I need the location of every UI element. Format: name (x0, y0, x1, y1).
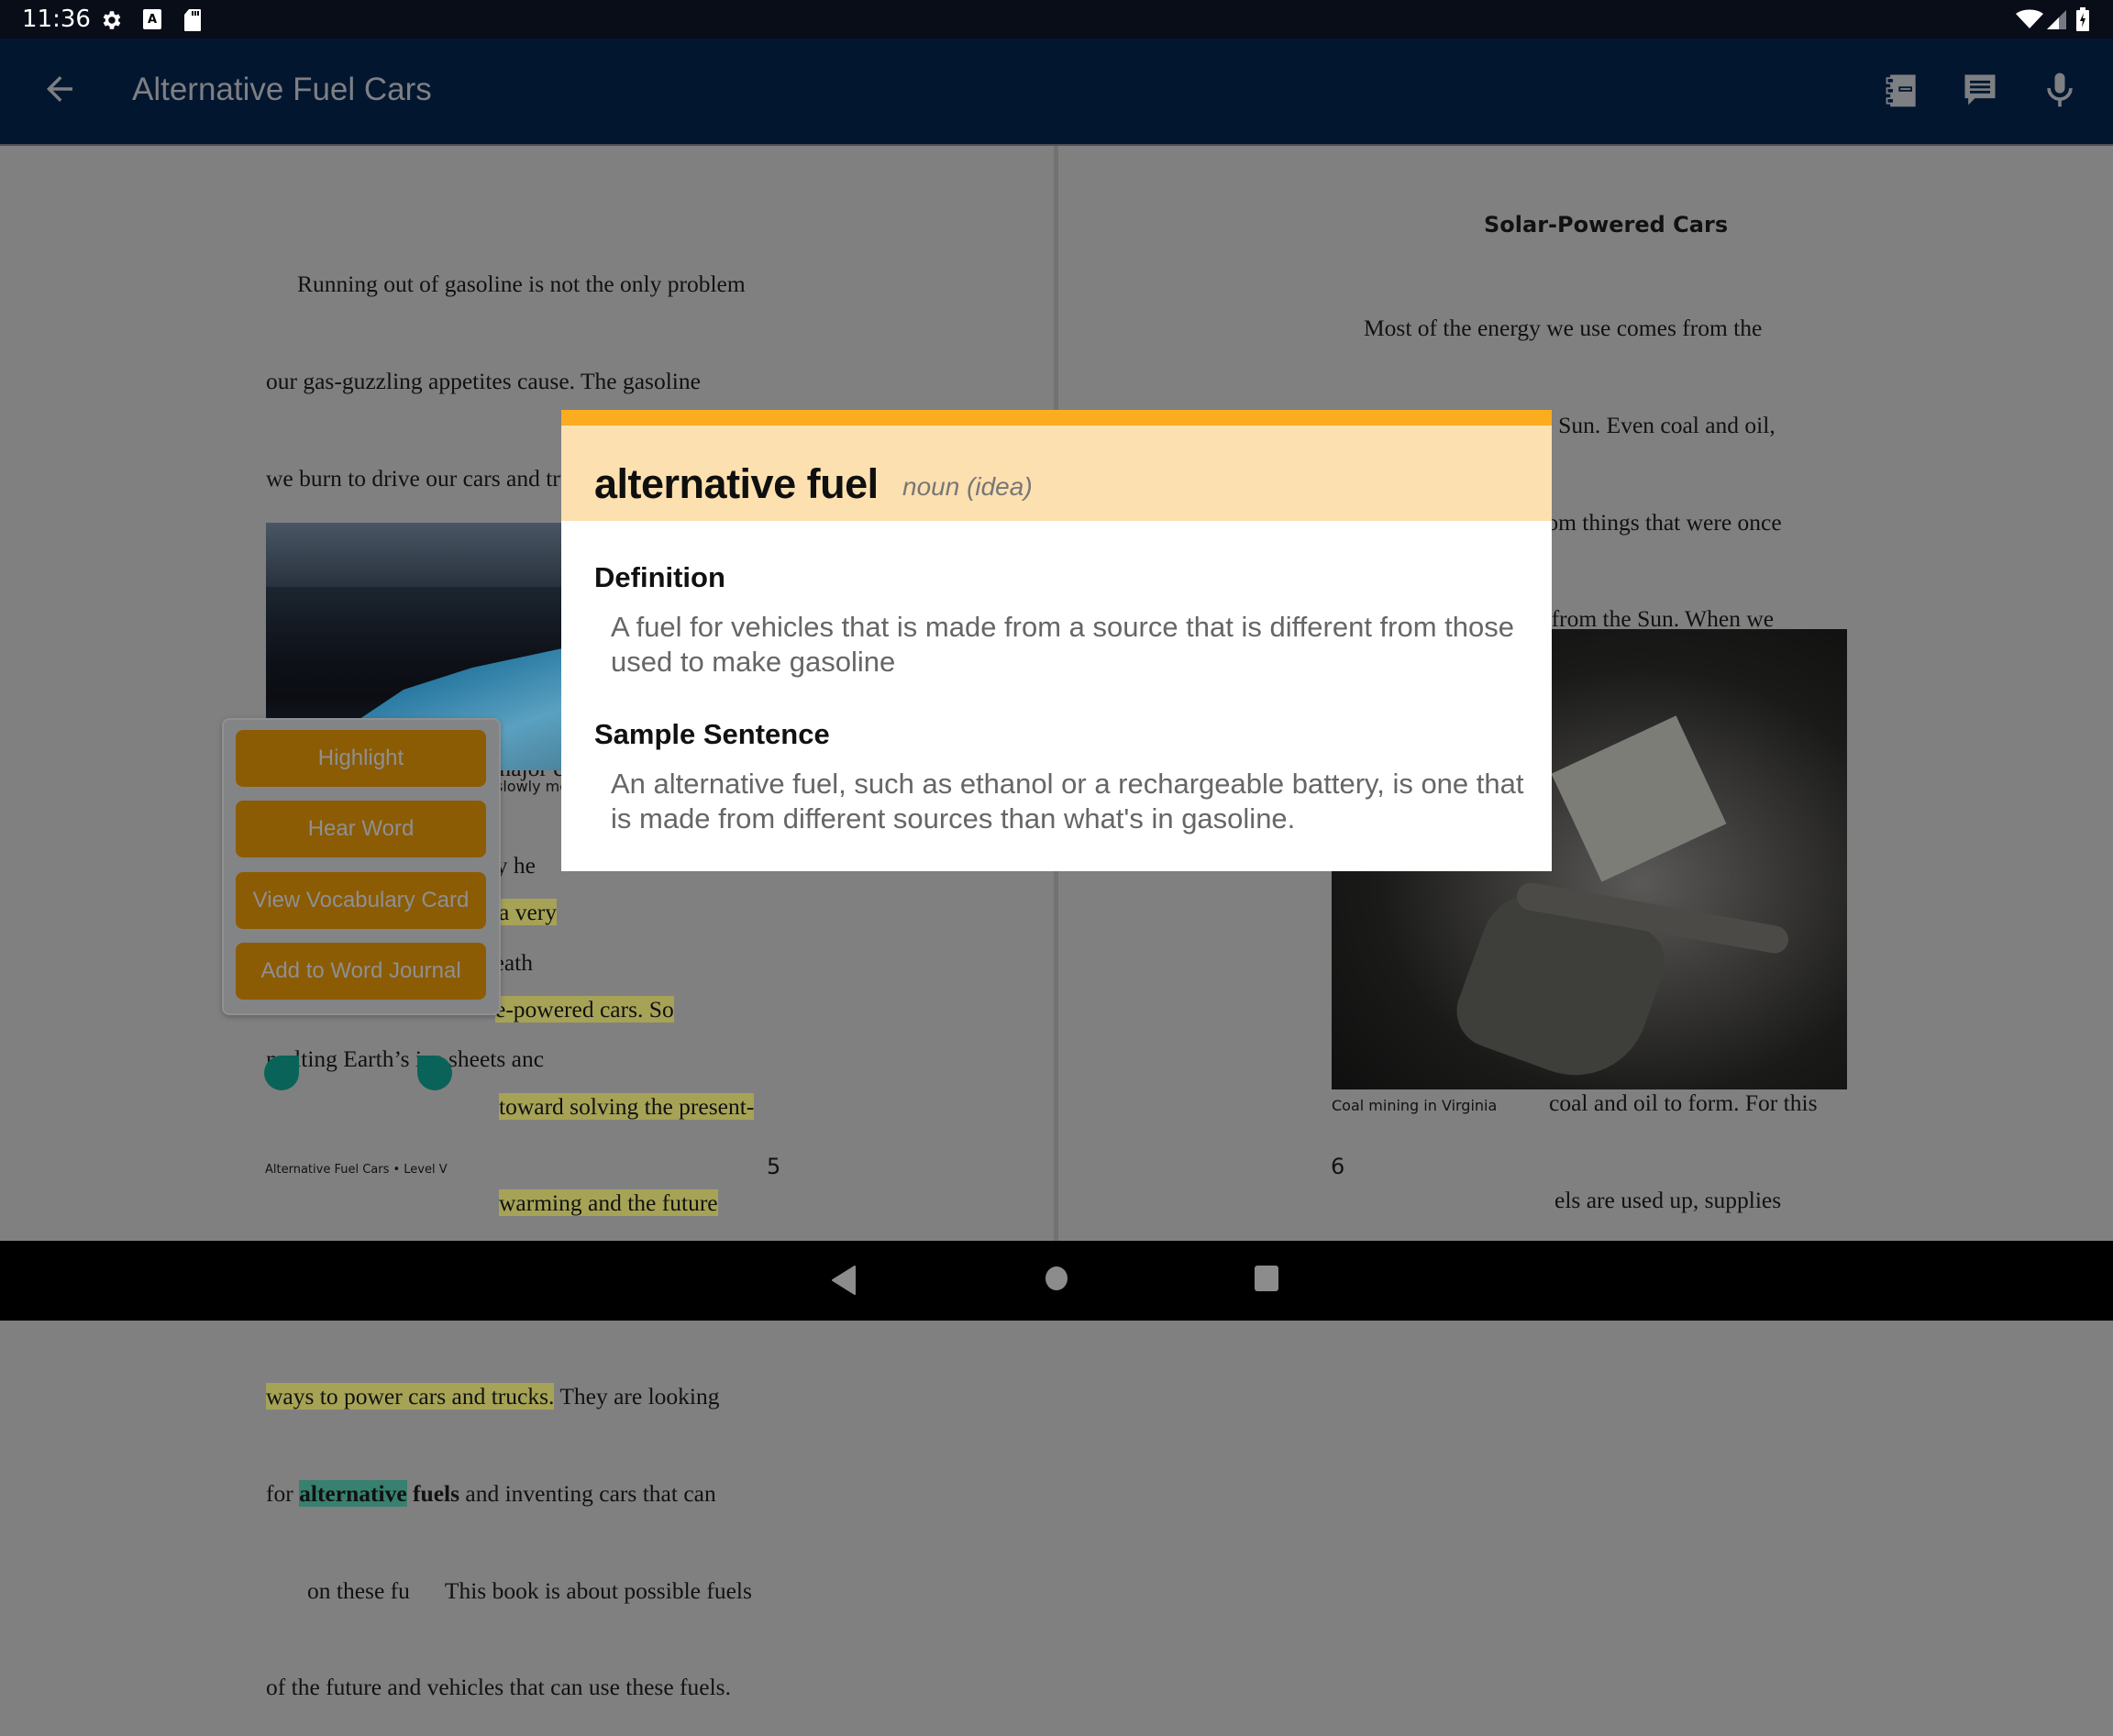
text-span: and inventing cars that can (459, 1479, 716, 1507)
text-span: They are looking (554, 1383, 720, 1410)
hear-word-button[interactable]: Hear Word (236, 801, 486, 857)
svg-text:A: A (148, 13, 157, 27)
coal-caption: Coal mining in Virginia (1332, 1097, 1498, 1114)
text-line: Running out of gasoline is not the only … (297, 271, 746, 298)
popup-accent-stripe (561, 410, 1552, 426)
popup-header: alternative fuel noun (idea) (561, 426, 1552, 521)
text-line: ways to power cars and trucks. They are … (266, 1380, 754, 1412)
image-machine (1551, 715, 1727, 882)
status-bar: 11:36 A (0, 0, 2113, 39)
text-line: Most of the energy we use comes from the (1364, 315, 1763, 342)
selected-word[interactable]: alternative (299, 1479, 407, 1507)
definition-label: Definition (594, 561, 725, 593)
glacier-caption: slowly me (495, 778, 570, 795)
add-to-word-journal-button[interactable]: Add to Word Journal (236, 943, 486, 1000)
arrow-back-icon[interactable] (40, 70, 79, 108)
vocab-word-fuels[interactable]: fuels (413, 1480, 459, 1507)
sd-card-icon (184, 9, 201, 31)
page-number-left: 5 (767, 1154, 781, 1179)
highlighted-text: e-powered cars. So (495, 996, 674, 1023)
settings-icon (103, 11, 121, 29)
highlighted-text: toward solving the present- (499, 1092, 755, 1120)
vocab-term: alternative fuel (594, 460, 879, 507)
word-context-menu: Highlight Hear Word View Vocabulary Card… (222, 718, 501, 1015)
sample-sentence-label: Sample Sentence (594, 718, 830, 750)
microphone-icon[interactable] (2040, 70, 2080, 110)
highlight-button[interactable]: Highlight (236, 730, 486, 787)
definition-text: A fuel for vehicles that is made from a … (611, 611, 1515, 678)
selection-handle-start[interactable] (264, 1056, 299, 1090)
text-span: This book is about possible fuels (444, 1576, 752, 1604)
page-number-right: 6 (1331, 1154, 1345, 1179)
wifi-icon (2016, 9, 2043, 28)
battery-charging-icon (2076, 7, 2089, 31)
part-of-speech: noun (idea) (902, 472, 1033, 501)
view-vocabulary-card-button[interactable]: View Vocabulary Card (236, 872, 486, 929)
text-line: for alternative fuels and inventing cars… (266, 1477, 754, 1509)
text-line: on these fu This book is about possible f… (266, 1575, 754, 1607)
highlighted-text: warming and the future (499, 1189, 718, 1217)
status-time: 11:36 (22, 6, 91, 33)
nav-back-icon[interactable] (831, 1265, 858, 1296)
nav-home-icon[interactable] (1044, 1265, 1069, 1292)
sample-sentence-text: An alternative fuel, such as ethanol or … (611, 768, 1524, 835)
highlighted-text: ways to power cars and trucks. (266, 1383, 555, 1410)
image-cloud (266, 523, 569, 587)
text-span: on these fu (307, 1576, 410, 1604)
text-line: warming and the future (266, 1187, 754, 1219)
text-line: toward solving the present- (266, 1090, 755, 1122)
word-journal-icon[interactable] (1882, 70, 1922, 110)
highlighted-text: a very (499, 899, 558, 926)
selection-handle-end[interactable] (417, 1056, 452, 1090)
text-line: of the future and vehicles that can use … (266, 1674, 731, 1701)
nav-recents-icon[interactable] (1254, 1265, 1279, 1292)
text-line: our gas-guzzling appetites cause. The ga… (266, 368, 701, 394)
app-bar: Alternative Fuel Cars (0, 39, 2113, 146)
text-accessibility-icon: A (143, 9, 161, 29)
system-nav-bar (0, 1241, 2113, 1321)
text-line: els are used up, supplies (1554, 1186, 1782, 1213)
text-span: for (266, 1479, 300, 1507)
cellular-signal-icon (2047, 10, 2066, 29)
vocabulary-card-popup: alternative fuel noun (idea) Definition … (561, 410, 1552, 871)
section-heading: Solar-Powered Cars (1484, 212, 1729, 238)
page-title: Alternative Fuel Cars (132, 72, 432, 107)
comments-icon[interactable] (1960, 70, 2000, 110)
book-footer: Alternative Fuel Cars • Level V (265, 1163, 448, 1177)
